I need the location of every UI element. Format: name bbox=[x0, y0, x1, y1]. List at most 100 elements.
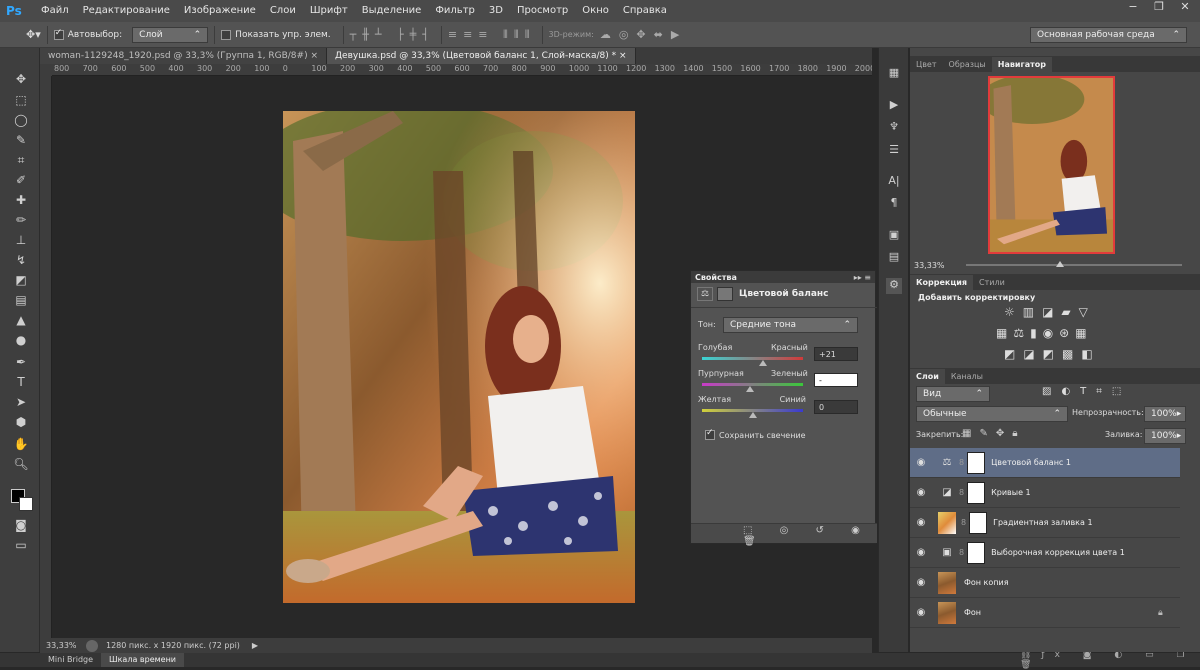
brush-tool-icon[interactable]: ✏ bbox=[10, 211, 32, 229]
horizontal-ruler[interactable]: 800 700 600 500 400 300 200 100 0 100 200 300 400 500… bbox=[52, 64, 872, 76]
quick-mask-icon[interactable]: ◙ bbox=[10, 516, 32, 534]
preserve-luminosity-checkbox[interactable] bbox=[705, 428, 715, 440]
menu-image[interactable]: Изображение bbox=[177, 0, 263, 22]
blur-tool-icon[interactable]: ▲ bbox=[10, 311, 32, 329]
tab-navigator[interactable]: Навигатор bbox=[991, 57, 1052, 72]
eye-icon[interactable]: ◉ bbox=[910, 607, 932, 618]
yellow-blue-value[interactable]: 0 bbox=[814, 400, 858, 414]
menu-file[interactable]: Файл bbox=[34, 0, 76, 22]
magenta-green-value[interactable]: - bbox=[814, 373, 858, 387]
properties-icon[interactable]: ⚙ bbox=[886, 278, 902, 294]
vertical-ruler[interactable] bbox=[40, 76, 52, 638]
adjustment-icons-row3[interactable]: ◩◪◩▩◧ bbox=[1004, 347, 1101, 361]
notes-icon[interactable]: ▤ bbox=[886, 250, 902, 266]
navigator-zoom[interactable]: 33,33% bbox=[914, 261, 945, 270]
layer-row-gradient-fill[interactable]: ◉ 8 Градиентная заливка 1 bbox=[910, 508, 1180, 538]
tab-document-devushka[interactable]: Девушка.psd @ 33,3% (Цветовой баланс 1, … bbox=[327, 48, 636, 64]
info-icon[interactable]: ▣ bbox=[886, 228, 902, 244]
character-icon[interactable]: A| bbox=[886, 174, 902, 190]
eraser-tool-icon[interactable]: ◩ bbox=[10, 271, 32, 289]
tone-dropdown[interactable]: Средние тона ⌃ bbox=[723, 317, 858, 333]
crop-tool-icon[interactable]: ⌗ bbox=[10, 151, 32, 169]
properties-footer-icons[interactable]: ⬚ ◎ ↺ ◉ 🗑︎ bbox=[743, 525, 875, 547]
navigator-zoom-slider[interactable] bbox=[966, 261, 1182, 267]
menu-layers[interactable]: Слои bbox=[263, 0, 303, 22]
tab-document-woman[interactable]: woman-1129248_1920.psd @ 33,3% (Группа 1… bbox=[40, 48, 328, 64]
gradient-tool-icon[interactable]: ▤ bbox=[10, 291, 32, 309]
quick-select-tool-icon[interactable]: ✎ bbox=[10, 131, 32, 149]
eye-icon[interactable]: ◉ bbox=[910, 517, 932, 528]
layer-row-curves[interactable]: ◉ ◪ 8 Кривые 1 bbox=[910, 478, 1180, 508]
background-color-swatch[interactable] bbox=[19, 497, 33, 511]
move-tool-icon[interactable]: ✥ bbox=[10, 70, 32, 88]
tab-adjustments[interactable]: Коррекция bbox=[910, 275, 974, 290]
workspace-dropdown[interactable]: Основная рабочая среда ⌃ bbox=[1030, 27, 1187, 43]
lock-icons[interactable]: ▦✎✥🔒︎ bbox=[962, 428, 1026, 439]
type-tool-icon[interactable]: T bbox=[10, 373, 32, 391]
3d-mode-icons[interactable]: ☁◎✥⬌▶ bbox=[600, 28, 688, 41]
history-brush-tool-icon[interactable]: ↯ bbox=[10, 251, 32, 269]
eyedropper-tool-icon[interactable]: ✐ bbox=[10, 171, 32, 189]
mask-icon[interactable] bbox=[717, 287, 733, 301]
screen-mode-icon[interactable]: ▭ bbox=[10, 536, 32, 554]
tab-styles[interactable]: Стили bbox=[973, 275, 1011, 290]
history-icon[interactable]: ▦ bbox=[886, 66, 902, 82]
layer-filter-dropdown[interactable]: Вид ⌃ bbox=[916, 386, 990, 402]
lasso-tool-icon[interactable]: ◯ bbox=[10, 111, 32, 129]
brush-presets-icon[interactable]: ♆ bbox=[886, 120, 902, 136]
menu-select[interactable]: Выделение bbox=[355, 0, 429, 22]
dodge-tool-icon[interactable]: ● bbox=[10, 331, 32, 349]
yellow-blue-slider[interactable] bbox=[702, 409, 803, 418]
zoom-level[interactable]: 33,33% bbox=[46, 641, 86, 650]
play-icon[interactable]: ▶ bbox=[252, 641, 258, 650]
layer-row-background[interactable]: ◉ Фон 🔒︎ bbox=[910, 598, 1180, 628]
layer-filter-icons[interactable]: ▨◐T⌗⬚ bbox=[1042, 386, 1131, 397]
layer-mask-thumb[interactable] bbox=[969, 511, 988, 534]
adjustment-icons-row1[interactable]: ☼▥◪▰▽ bbox=[1004, 305, 1096, 319]
actions-play-icon[interactable]: ▶ bbox=[886, 98, 902, 114]
healing-tool-icon[interactable]: ✚ bbox=[10, 191, 32, 209]
align-icons[interactable]: ┬╫┴ ├╪┤ bbox=[350, 28, 435, 41]
menu-view[interactable]: Просмотр bbox=[510, 0, 575, 22]
pen-tool-icon[interactable]: ✒ bbox=[10, 353, 32, 371]
adjustment-icons-row2[interactable]: ▦⚖▮◉⊛▦ bbox=[996, 326, 1093, 340]
close-icon[interactable]: × bbox=[619, 51, 627, 61]
zoom-slider-thumb[interactable] bbox=[1056, 261, 1064, 267]
menu-window[interactable]: Окно bbox=[575, 0, 616, 22]
menu-help[interactable]: Справка bbox=[616, 0, 674, 22]
doc-info-icon[interactable] bbox=[86, 639, 98, 652]
document-photo[interactable] bbox=[283, 111, 635, 603]
tab-color[interactable]: Цвет bbox=[910, 57, 943, 72]
shape-tool-icon[interactable]: ⬢ bbox=[10, 413, 32, 431]
slider-thumb[interactable] bbox=[758, 360, 767, 366]
menu-3d[interactable]: 3D bbox=[482, 0, 510, 22]
tab-timeline[interactable]: Шкала времени bbox=[101, 653, 184, 667]
close-icon[interactable]: ✕ bbox=[1176, 0, 1194, 14]
eye-icon[interactable]: ◉ bbox=[910, 547, 932, 558]
distribute-icons[interactable]: ≡≡≡ ⦀⦀⦀ bbox=[448, 28, 536, 42]
cyan-red-value[interactable]: +21 bbox=[814, 347, 858, 361]
layer-row-background-copy[interactable]: ◉ Фон копия bbox=[910, 568, 1180, 598]
magenta-green-slider[interactable] bbox=[702, 383, 803, 392]
slider-thumb[interactable] bbox=[746, 386, 755, 392]
slider-thumb[interactable] bbox=[748, 412, 757, 418]
stamp-tool-icon[interactable]: ⊥ bbox=[10, 231, 32, 249]
menu-filter[interactable]: Фильтр bbox=[428, 0, 482, 22]
autoselect-dropdown[interactable]: Слой ⌃ bbox=[132, 26, 209, 43]
maximize-icon[interactable]: ❐ bbox=[1150, 0, 1168, 14]
close-icon[interactable]: × bbox=[310, 51, 318, 61]
tab-mini-bridge[interactable]: Mini Bridge bbox=[40, 653, 101, 667]
tab-swatches[interactable]: Образцы bbox=[943, 57, 992, 72]
properties-tab[interactable]: Свойства bbox=[695, 273, 737, 282]
marquee-tool-icon[interactable]: ⬚ bbox=[10, 91, 32, 109]
layer-row-color-balance[interactable]: ◉ ⚖ 8 Цветовой баланс 1 bbox=[910, 448, 1180, 478]
paragraph-icon[interactable]: ¶ bbox=[886, 196, 902, 212]
blend-mode-dropdown[interactable]: Обычные ⌃ bbox=[916, 406, 1068, 422]
brush-settings-icon[interactable]: ☰ bbox=[886, 143, 902, 159]
tab-channels[interactable]: Каналы bbox=[945, 369, 989, 384]
eye-icon[interactable]: ◉ bbox=[910, 577, 932, 588]
panel-menu-icon[interactable]: ▸▸ ≡ bbox=[854, 273, 871, 282]
fill-field[interactable]: 100% ▸ bbox=[1144, 428, 1186, 444]
opacity-field[interactable]: 100% ▸ bbox=[1144, 406, 1186, 422]
layer-mask-thumb[interactable] bbox=[967, 451, 986, 474]
